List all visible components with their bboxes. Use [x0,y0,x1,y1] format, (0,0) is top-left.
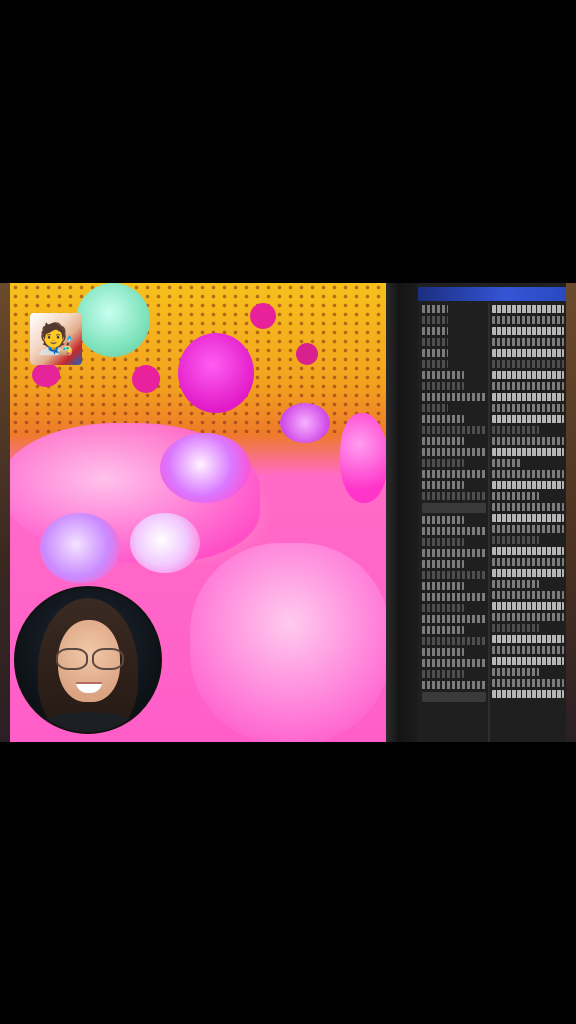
magenta-dot [250,303,276,329]
panel-row[interactable] [422,349,448,357]
panel-row[interactable] [422,426,486,434]
panel-row[interactable] [492,503,564,511]
panel-row[interactable] [492,371,564,379]
panel-row[interactable] [422,382,464,390]
lilac-bubble [160,433,250,503]
panel-row[interactable] [422,604,464,612]
panel-row[interactable] [492,536,539,544]
panel-row[interactable] [422,470,486,478]
panel-row[interactable] [492,569,564,577]
cartoon-character-sticker-icon: 🧑‍🎨 [30,313,82,365]
panel-row[interactable] [492,481,564,489]
magenta-dot [132,365,160,393]
panel-row[interactable] [492,624,539,632]
panel-row[interactable] [492,338,564,346]
white-bubble [130,513,200,573]
panel-right-column [492,305,564,701]
panel-row[interactable] [492,690,564,698]
panel-title-bar [418,287,566,301]
panel-row[interactable] [422,371,464,379]
panel-row[interactable] [492,668,539,676]
video-frame: 🧑‍🎨 [0,283,576,742]
panel-row[interactable] [422,481,464,489]
panel-row[interactable] [492,558,564,566]
panel-row[interactable] [422,437,464,445]
panel-row[interactable] [422,360,448,368]
panel-row[interactable] [492,613,564,621]
webcam-presenter-avatar [14,586,162,734]
panel-row[interactable] [422,593,486,601]
panel-row[interactable] [492,635,564,643]
panel-row[interactable] [492,426,539,434]
panel-row[interactable] [422,527,486,535]
panel-row[interactable] [492,415,564,423]
panel-row[interactable] [422,538,464,546]
panel-row[interactable] [422,659,486,667]
panel-row[interactable] [492,360,564,368]
panel-row[interactable] [422,415,464,423]
panel-row[interactable] [492,470,564,478]
panel-row[interactable] [492,514,564,522]
panel-row[interactable] [422,459,464,467]
panel-row[interactable] [492,591,564,599]
panel-row[interactable] [492,492,539,500]
panel-row[interactable] [422,448,486,456]
properties-panel [418,283,566,742]
panel-row[interactable] [492,448,564,456]
panel-row[interactable] [492,547,564,555]
panel-divider [386,283,418,742]
panel-row[interactable] [492,459,521,467]
panel-row[interactable] [422,560,464,568]
mint-blob [76,283,150,357]
panel-row[interactable] [492,657,564,665]
panel-row[interactable] [492,679,564,687]
glasses-icon [52,648,126,670]
panel-row[interactable] [492,646,564,654]
panel-column-split [488,303,490,742]
panel-row[interactable] [422,637,486,645]
frame-edge-left [0,283,10,742]
lilac-bubble [40,513,120,583]
panel-row[interactable] [492,382,564,390]
panel-row[interactable] [492,580,539,588]
frame-edge-right [566,283,576,742]
magenta-blob [178,333,254,413]
panel-row[interactable] [422,404,448,412]
panel-left-column [422,305,486,705]
panel-row[interactable] [422,393,486,401]
panel-row[interactable] [492,525,564,533]
panel-row[interactable] [492,404,564,412]
panel-row[interactable] [422,626,464,634]
panel-row[interactable] [492,393,564,401]
panel-row[interactable] [422,648,464,656]
panel-row[interactable] [422,316,448,324]
panel-row[interactable] [422,516,464,524]
panel-row[interactable] [422,681,486,689]
panel-row[interactable] [422,338,448,346]
pink-blob-right [340,413,386,503]
magenta-dot [32,363,60,387]
panel-row[interactable] [422,549,486,557]
panel-row[interactable] [422,305,448,313]
panel-row[interactable] [422,503,486,513]
panel-row[interactable] [422,692,486,702]
panel-row[interactable] [422,492,486,500]
panel-row[interactable] [422,327,448,335]
magenta-dot [296,343,318,365]
panel-row[interactable] [492,602,564,610]
violet-blob [280,403,330,443]
panel-row[interactable] [492,305,564,313]
panel-row[interactable] [492,327,564,335]
pink-swirl [190,543,386,742]
panel-row[interactable] [492,349,564,357]
panel-row[interactable] [422,582,464,590]
panel-row[interactable] [492,316,564,324]
panel-row[interactable] [492,437,564,445]
panel-row[interactable] [422,571,486,579]
panel-row[interactable] [422,670,464,678]
panel-row[interactable] [422,615,486,623]
